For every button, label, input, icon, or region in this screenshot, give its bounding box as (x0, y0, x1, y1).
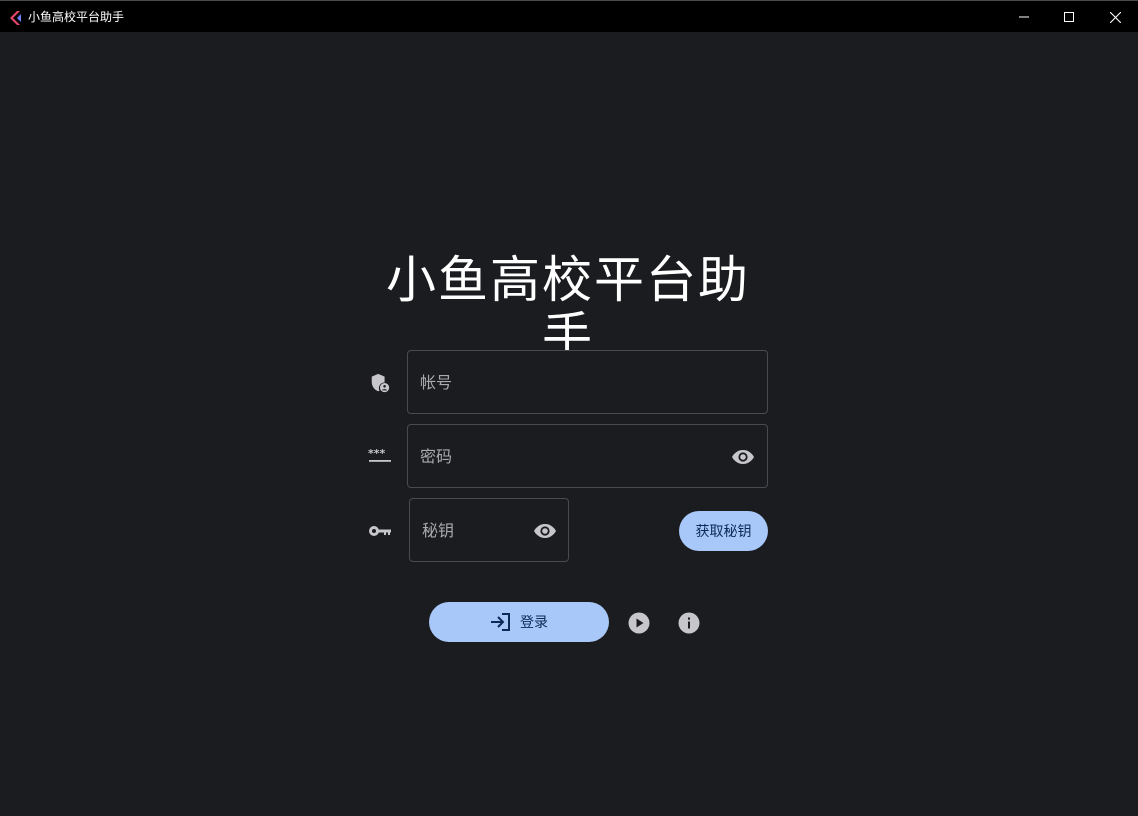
get-secret-key-label: 获取秘钥 (695, 524, 752, 540)
secret-key-input[interactable] (422, 499, 527, 561)
maximize-button[interactable] (1046, 1, 1092, 33)
login-label: 登录 (520, 615, 548, 631)
secret-key-visibility-eye-icon[interactable] (533, 519, 557, 543)
window-titlebar: 小鱼高校平台助手 (0, 0, 1138, 32)
minimize-button[interactable] (1001, 1, 1047, 33)
play-circle-icon[interactable] (628, 612, 650, 634)
page-title: 小鱼高校平台助手 (386, 251, 750, 365)
shield-person-icon (368, 371, 392, 395)
window-title: 小鱼高校平台助手 (28, 10, 125, 24)
login-arrow-icon (490, 612, 512, 632)
account-field[interactable] (407, 350, 768, 414)
login-button[interactable]: 登录 (429, 602, 609, 642)
get-secret-key-button[interactable]: 获取秘钥 (679, 511, 768, 551)
login-page: 小鱼高校平台助手 *** (0, 32, 1138, 816)
maximize-icon (1064, 12, 1074, 22)
minimize-icon (1019, 16, 1029, 18)
password-dots-icon: *** (368, 445, 392, 469)
close-icon (1109, 11, 1121, 23)
info-icon[interactable] (678, 612, 700, 634)
svg-text:***: *** (368, 449, 386, 460)
close-button[interactable] (1092, 1, 1138, 33)
secret-key-field[interactable] (409, 498, 569, 562)
key-icon (368, 519, 392, 543)
password-field[interactable] (407, 424, 768, 488)
app-logo-icon (8, 10, 22, 25)
account-input[interactable] (420, 351, 750, 413)
password-input[interactable] (420, 425, 720, 487)
password-visibility-eye-icon[interactable] (731, 445, 755, 469)
